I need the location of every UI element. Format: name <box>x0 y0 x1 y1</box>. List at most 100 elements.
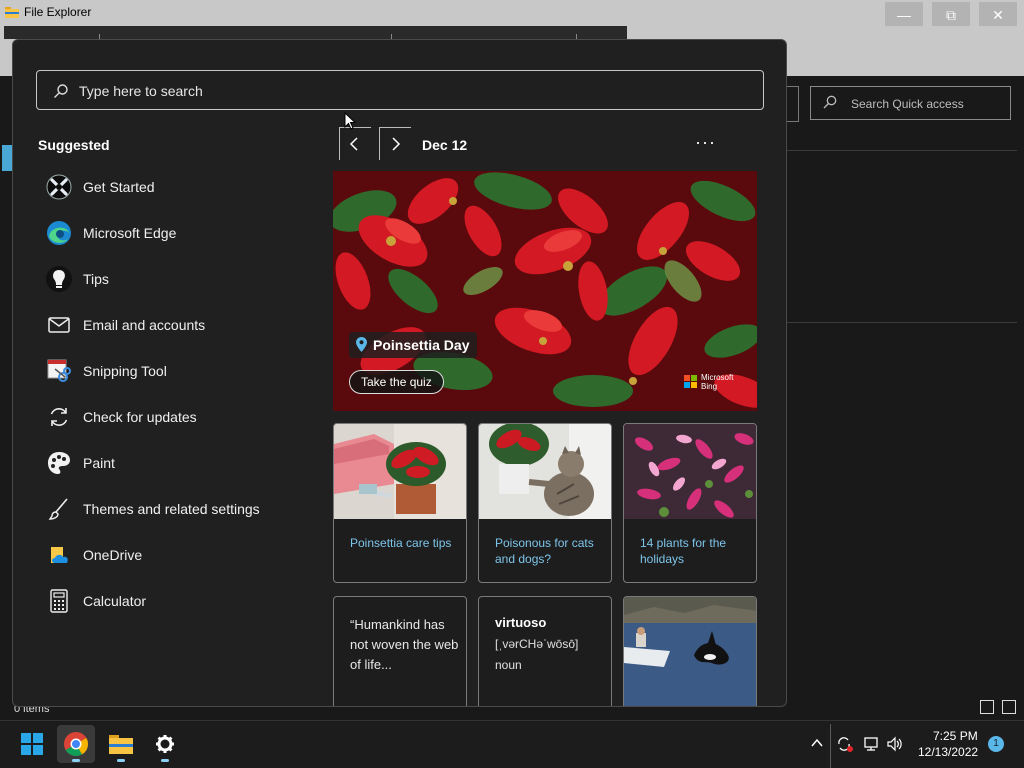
edge-icon <box>47 221 71 245</box>
spotlight-card-quote[interactable]: “Humankind has not woven the web of life… <box>333 596 467 706</box>
running-indicator <box>117 759 125 762</box>
folder-icon <box>5 7 19 18</box>
chrome-icon <box>64 732 89 757</box>
ribbon-tabs <box>4 26 627 39</box>
network-icon[interactable] <box>862 736 880 752</box>
quick-access-search-placeholder: Search Quick access <box>851 97 964 111</box>
start-search-placeholder: Type here to search <box>79 83 203 99</box>
microsoft-bing-logo: Microsoft Bing <box>684 372 744 392</box>
folder-icon <box>109 735 133 754</box>
volume-icon[interactable] <box>886 736 904 752</box>
app-label: Tips <box>83 271 109 287</box>
take-quiz-button[interactable]: Take the quiz <box>349 370 444 394</box>
previous-day-button[interactable] <box>339 127 371 160</box>
close-button[interactable]: ✕ <box>979 2 1017 28</box>
care-tips-image <box>334 424 466 519</box>
hero-title-tag[interactable]: Poinsettia Day <box>349 332 478 358</box>
orca-boat-image <box>624 597 756 706</box>
brush-icon <box>48 498 68 520</box>
location-pin-icon <box>356 337 367 352</box>
paint-palette-icon <box>48 452 70 474</box>
running-indicator <box>72 759 80 762</box>
address-bar[interactable] <box>786 86 799 122</box>
spotlight-card-pets[interactable]: Poisonous for cats and dogs? <box>478 423 612 583</box>
taskbar-file-explorer[interactable] <box>102 725 140 763</box>
brand-line-1: Microsoft <box>701 373 734 382</box>
start-search-input[interactable]: Type here to search <box>36 70 764 110</box>
hero-title: Poinsettia Day <box>373 337 470 353</box>
app-label: Microsoft Edge <box>83 225 177 241</box>
divider <box>787 150 1017 151</box>
app-label: Check for updates <box>83 409 197 425</box>
spotlight-card-holiday-plants[interactable]: 14 plants for the holidays <box>623 423 757 583</box>
card-caption: Poisonous for cats and dogs? <box>495 536 594 566</box>
app-label: Themes and related settings <box>83 501 260 517</box>
word-pronunciation: [ˌvərCHəˈwōsō] <box>495 637 579 651</box>
nav-pane-selection <box>2 145 12 171</box>
divider <box>787 322 1017 323</box>
app-label: Paint <box>83 455 115 471</box>
search-icon <box>823 95 837 109</box>
minimize-button[interactable]: — <box>885 2 923 28</box>
start-button[interactable] <box>13 725 51 763</box>
start-menu: Type here to search Suggested Get Starte… <box>12 39 787 707</box>
spotlight-card-orca[interactable] <box>623 596 757 706</box>
quick-access-search[interactable]: Search Quick access <box>810 86 1011 120</box>
app-label: OneDrive <box>83 547 143 563</box>
app-snipping-tool[interactable]: Snipping Tool <box>39 351 299 391</box>
app-themes-settings[interactable]: Themes and related settings <box>39 489 299 529</box>
app-microsoft-edge[interactable]: Microsoft Edge <box>39 213 299 253</box>
brand-line-2: Bing <box>701 382 718 391</box>
taskbar-chrome[interactable] <box>57 725 95 763</box>
app-onedrive[interactable]: OneDrive <box>39 535 299 575</box>
spotlight-hero-card[interactable]: Poinsettia Day Take the quiz Microsoft Bi… <box>333 171 757 411</box>
app-label: Calculator <box>83 593 147 609</box>
app-get-started[interactable]: Get Started <box>39 167 299 207</box>
word-part-of-speech: noun <box>495 658 522 672</box>
calculator-icon <box>50 589 68 613</box>
app-check-for-updates[interactable]: Check for updates <box>39 397 299 437</box>
mail-icon <box>48 317 70 333</box>
search-icon <box>54 84 68 98</box>
tray-divider <box>830 724 831 768</box>
app-label: Get Started <box>83 179 155 195</box>
card-caption: Poinsettia care tips <box>350 536 452 550</box>
clock-date[interactable]: 12/13/2022 <box>918 745 978 759</box>
large-icons-view-icon[interactable] <box>1002 700 1016 714</box>
details-view-icon[interactable] <box>980 700 994 714</box>
spotlight-card-care-tips[interactable]: Poinsettia care tips <box>333 423 467 583</box>
more-options-button[interactable]: ··· <box>695 132 716 153</box>
quote-text: “Humankind has not woven the web of life… <box>350 617 459 672</box>
pink-flowers-image <box>624 424 756 519</box>
notification-badge[interactable]: 1 <box>988 736 1004 752</box>
app-label: Snipping Tool <box>83 363 167 379</box>
snipping-tool-icon <box>47 359 71 382</box>
onedrive-icon <box>51 547 68 563</box>
app-calculator[interactable]: Calculator <box>39 581 299 621</box>
restore-button[interactable]: ⧉ <box>932 2 970 28</box>
word-of-day: virtuoso <box>495 615 547 630</box>
suggested-heading: Suggested <box>38 137 110 153</box>
get-started-icon <box>46 174 72 200</box>
show-hidden-icons-chevron-up-icon[interactable] <box>810 736 824 750</box>
next-day-button[interactable] <box>379 127 411 160</box>
windows-logo-icon <box>21 733 43 755</box>
gear-icon <box>156 735 174 753</box>
file-explorer-titlebar <box>0 0 1024 26</box>
spotlight-card-word-of-day[interactable]: virtuoso [ˌvərCHəˈwōsō] noun <box>478 596 612 706</box>
chevron-left-icon <box>349 137 358 151</box>
app-email-accounts[interactable]: Email and accounts <box>39 305 299 345</box>
app-paint[interactable]: Paint <box>39 443 299 483</box>
mouse-cursor-icon <box>344 112 356 130</box>
sync-status-icon[interactable] <box>836 736 854 752</box>
clock-time[interactable]: 7:25 PM <box>933 729 978 743</box>
app-label: Email and accounts <box>83 317 206 333</box>
app-tips[interactable]: Tips <box>39 259 299 299</box>
cat-and-poinsettia-image <box>479 424 611 519</box>
running-indicator <box>161 759 169 762</box>
window-title: File Explorer <box>24 5 92 19</box>
taskbar-settings[interactable] <box>146 725 184 763</box>
chevron-right-icon <box>392 137 401 151</box>
microsoft-logo-icon <box>684 375 697 388</box>
refresh-icon <box>50 408 68 426</box>
